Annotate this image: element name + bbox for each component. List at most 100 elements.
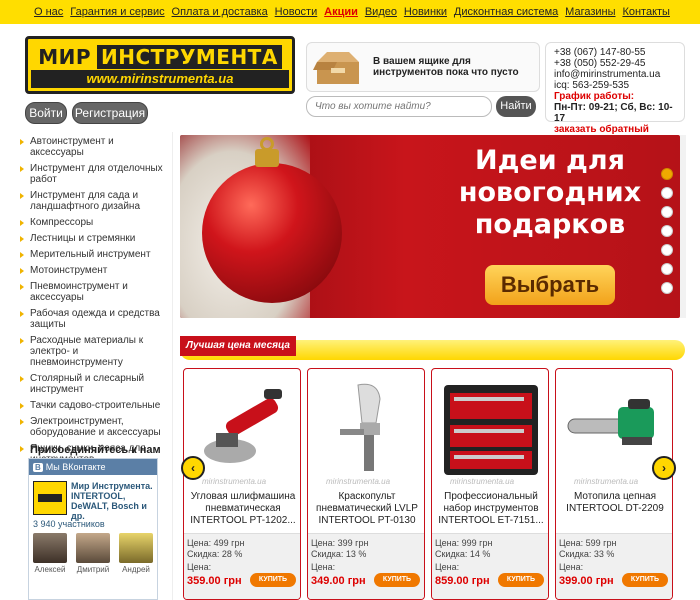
category-item[interactable]: Пневмоинструмент и аксессуары (20, 281, 170, 303)
member-photo (33, 533, 67, 563)
product-card[interactable]: mirinstrumenta.ua Краскопульт пневматиче… (307, 368, 425, 600)
icq: icq: 563-259-535 (554, 80, 630, 91)
member-avatar[interactable]: Алексей (33, 533, 67, 574)
logo-word-2: ИНСТРУМЕНТА (97, 45, 282, 69)
category-item[interactable]: Инструмент для отделочных работ (20, 163, 170, 185)
nav-warranty[interactable]: Гарантия и сервис (70, 6, 164, 18)
search-button[interactable]: Найти (496, 96, 536, 117)
old-price: Цена: 999 грн (435, 538, 493, 548)
group-name[interactable]: Мир Инструмента. INTERTOOL, DeWALT, Bosc… (71, 481, 157, 521)
product-name[interactable]: Краскопульт пневматический LVLP INTERTOO… (310, 491, 424, 527)
cart-widget[interactable]: В вашем ящике для инструментов пока что … (306, 42, 540, 92)
phone-1: +38 (067) 147-80-55 (554, 47, 646, 58)
member-photo (76, 533, 110, 563)
nav-contacts[interactable]: Контакты (622, 6, 670, 18)
slide-dot[interactable] (661, 244, 673, 256)
category-item[interactable]: Расходные материалы к электро- и пневмои… (20, 335, 170, 368)
product-card[interactable]: mirinstrumenta.ua Мотопила цепная INTERT… (555, 368, 673, 600)
product-name[interactable]: Угловая шлифмашина пневматическая INTERT… (186, 491, 300, 527)
member-avatar[interactable]: Андрей (119, 533, 153, 574)
product-card[interactable]: mirinstrumenta.ua Профессиональный набор… (431, 368, 549, 600)
category-sidebar: Автоинструмент и аксессуары Инструмент д… (20, 136, 170, 470)
buy-button[interactable]: КУПИТЬ (622, 573, 668, 587)
banner-cta-button[interactable]: Выбрать (485, 265, 615, 305)
nav-about[interactable]: О нас (34, 6, 63, 18)
carousel-next-arrow-icon[interactable]: › (652, 456, 676, 480)
member-photo (119, 533, 153, 563)
nav-new-items[interactable]: Новинки (404, 6, 447, 18)
member-name: Андрей (122, 565, 150, 574)
category-item[interactable]: Столярный и слесарный инструмент (20, 373, 170, 395)
group-avatar[interactable] (33, 481, 67, 515)
logo-wordmark: МИР ИНСТРУМЕНТА (31, 42, 289, 72)
slide-dot[interactable] (661, 282, 673, 294)
schedule-label: График работы: (554, 91, 635, 102)
price-label: Цена: (435, 562, 460, 572)
social-title: Присоединяйтесь к нам (30, 444, 161, 456)
register-button[interactable]: Регистрация (72, 102, 148, 124)
buy-button[interactable]: КУПИТЬ (250, 573, 296, 587)
category-item[interactable]: Электроинструмент, оборудование и аксесс… (20, 416, 170, 438)
watermark: mirinstrumenta.ua (574, 477, 639, 486)
discount: Скидка: 14 % (435, 549, 491, 559)
logo-word-1: МИР (38, 45, 91, 69)
category-item[interactable]: Лестницы и стремянки (20, 233, 170, 244)
tool-set-image (444, 385, 538, 475)
nav-news[interactable]: Новости (275, 6, 318, 18)
discount: Скидка: 33 % (559, 549, 615, 559)
nav-stores[interactable]: Магазины (565, 6, 615, 18)
banner-scrollbar (680, 135, 686, 318)
carousel-prev-arrow-icon[interactable]: ‹ (181, 456, 205, 480)
member-name: Алексей (34, 565, 66, 574)
product-card[interactable]: mirinstrumenta.ua Угловая шлифмашина пне… (183, 368, 301, 600)
vk-logo-icon: В (33, 463, 43, 472)
login-button[interactable]: Войти (25, 102, 67, 124)
logo-url: www.mirinstrumenta.ua (31, 70, 289, 88)
angle-grinder-image (204, 389, 282, 463)
slide-dot[interactable] (661, 187, 673, 199)
product-price: 359.00 грн (187, 575, 242, 587)
price-label: Цена: (187, 562, 212, 572)
nav-promotions[interactable]: Акции (324, 6, 358, 18)
discount: Скидка: 13 % (311, 549, 367, 559)
vk-widget[interactable]: В Мы ВКонтакте Мир Инструмента. INTERTOOL… (28, 458, 158, 600)
promo-banner[interactable]: Идеи для новогодних подарков Выбрать (180, 135, 680, 318)
slide-dot[interactable] (661, 206, 673, 218)
nav-payment-delivery[interactable]: Оплата и доставка (172, 6, 268, 18)
category-item[interactable]: Автоинструмент и аксессуары (20, 136, 170, 158)
nav-discount-system[interactable]: Дисконтная система (454, 6, 558, 18)
category-item[interactable]: Тачки садово-строительные (20, 400, 170, 411)
cart-status: В вашем ящике для инструментов пока что … (373, 56, 519, 78)
slide-dot[interactable] (661, 225, 673, 237)
category-item[interactable]: Рабочая одежда и средства защиты (20, 308, 170, 330)
christmas-bauble-image (202, 163, 342, 303)
slide-dot[interactable] (661, 168, 673, 180)
bauble-cap (255, 149, 279, 167)
chainsaw-image (567, 399, 654, 445)
top-nav: О нас Гарантия и сервис Оплата и доставк… (0, 0, 700, 24)
category-item[interactable]: Мотоинструмент (20, 265, 170, 276)
banner-title: Идеи для новогодних подарков (458, 145, 642, 240)
category-item[interactable]: Инструмент для сада и ландшафтного дизай… (20, 190, 170, 212)
nav-video[interactable]: Видео (365, 6, 397, 18)
product-price: 859.00 грн (435, 575, 490, 587)
spray-gun-image (340, 383, 381, 471)
product-name[interactable]: Профессиональный набор инструментов INTE… (434, 491, 548, 527)
slide-dot[interactable] (661, 263, 673, 275)
product-name[interactable]: Мотопила цепная INTERTOOL DT-2209 (558, 491, 672, 515)
search-input[interactable] (306, 96, 492, 117)
product-price: 399.00 грн (559, 575, 614, 587)
buy-button[interactable]: КУПИТЬ (374, 573, 420, 587)
discount: Скидка: 28 % (187, 549, 243, 559)
buy-button[interactable]: КУПИТЬ (498, 573, 544, 587)
product-price: 349.00 грн (311, 575, 366, 587)
site-logo[interactable]: МИР ИНСТРУМЕНТА www.mirinstrumenta.ua (25, 36, 295, 94)
category-item[interactable]: Мерительный инструмент (20, 249, 170, 260)
email[interactable]: info@mirinstrumenta.ua (554, 69, 676, 80)
member-avatar[interactable]: Дмитрий (76, 533, 110, 574)
old-price: Цена: 399 грн (311, 538, 369, 548)
watermark: mirinstrumenta.ua (326, 477, 391, 486)
member-count: 3 940 участников (33, 519, 105, 529)
category-item[interactable]: Компрессоры (20, 217, 170, 228)
watermark: mirinstrumenta.ua (450, 477, 515, 486)
